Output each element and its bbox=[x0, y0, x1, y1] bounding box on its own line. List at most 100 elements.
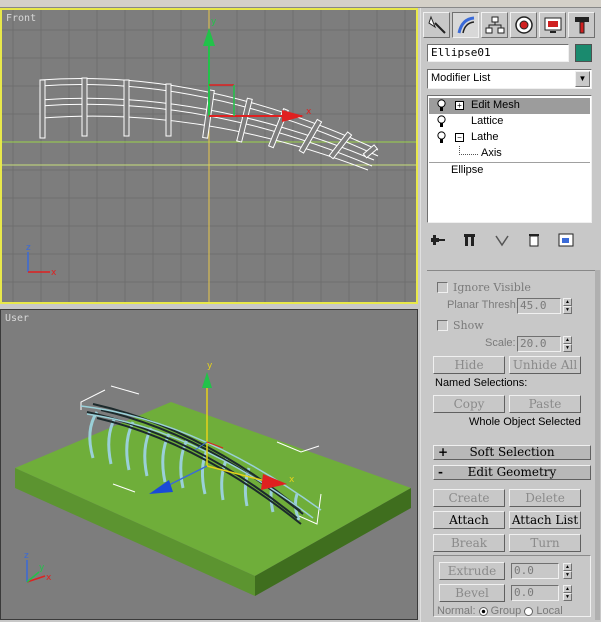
make-unique-button[interactable] bbox=[493, 232, 511, 248]
configure-modifier-sets-button[interactable] bbox=[557, 232, 575, 248]
command-panel-tabs bbox=[423, 12, 599, 42]
stack-item-lattice[interactable]: Lattice bbox=[429, 114, 590, 130]
hide-button[interactable]: Hide bbox=[433, 356, 505, 374]
lightbulb-icon[interactable] bbox=[437, 99, 446, 112]
extrude-button[interactable]: Extrude bbox=[439, 562, 505, 580]
stack-item-label: Ellipse bbox=[451, 164, 484, 176]
stack-item-ellipse[interactable]: Ellipse bbox=[429, 162, 590, 178]
lightbulb-icon[interactable] bbox=[437, 131, 446, 144]
stack-item-label: Edit Mesh bbox=[471, 99, 520, 111]
edit-geometry-rollout-header[interactable]: - Edit Geometry bbox=[433, 465, 591, 480]
stack-item-label: Lattice bbox=[471, 115, 504, 127]
checkbox[interactable] bbox=[437, 319, 448, 331]
modifier-list-label: Modifier List bbox=[431, 72, 491, 84]
user-viewport-canvas[interactable]: y x z x y bbox=[1, 310, 417, 619]
utilities-icon bbox=[574, 17, 589, 34]
object-name-field[interactable]: Ellipse01 bbox=[427, 44, 569, 62]
motion-icon bbox=[514, 16, 533, 34]
modifier-list-dropdown[interactable]: Modifier List ▼ bbox=[427, 69, 592, 89]
create-icon bbox=[427, 15, 446, 34]
bevel-spinner[interactable]: ▲ ▼ bbox=[563, 585, 572, 601]
configure-icon bbox=[558, 233, 574, 247]
show-normals-checkbox[interactable]: Show bbox=[437, 317, 484, 333]
planar-thresh-label: Planar Thresh: bbox=[447, 299, 519, 311]
local-label: Local bbox=[536, 605, 563, 617]
lightbulb-icon[interactable] bbox=[437, 115, 446, 128]
svg-text:z: z bbox=[26, 243, 31, 253]
svg-text:x: x bbox=[51, 268, 57, 278]
svg-text:x: x bbox=[306, 107, 312, 117]
attach-list-button[interactable]: Attach List bbox=[509, 511, 581, 529]
svg-text:x: x bbox=[289, 475, 295, 485]
svg-text:y: y bbox=[207, 361, 213, 371]
trash-icon bbox=[529, 234, 539, 247]
extrude-amount-field[interactable]: 0.0 bbox=[511, 563, 559, 579]
planar-thresh-spinner[interactable]: ▲ ▼ bbox=[563, 298, 572, 314]
pin-stack-button[interactable] bbox=[429, 232, 447, 248]
ignore-visible-label: Ignore Visible bbox=[453, 280, 531, 294]
paste-button[interactable]: Paste bbox=[509, 395, 581, 413]
stack-item-edit-mesh[interactable]: + Edit Mesh bbox=[429, 98, 590, 114]
named-selections-label: Named Selections: bbox=[435, 377, 528, 389]
bevel-button[interactable]: Bevel bbox=[439, 584, 505, 602]
svg-text:x: x bbox=[46, 573, 52, 583]
collapse-icon[interactable]: − bbox=[455, 133, 464, 142]
normal-options: Normal: Group Local bbox=[437, 605, 563, 617]
front-viewport-canvas[interactable]: y x z x bbox=[2, 10, 416, 302]
hierarchy-icon bbox=[485, 16, 504, 34]
break-button[interactable]: Break bbox=[433, 534, 505, 552]
copy-button[interactable]: Copy bbox=[433, 395, 505, 413]
scale-spinner[interactable]: ▲ ▼ bbox=[563, 336, 572, 352]
transform-gizmo[interactable]: y x bbox=[203, 17, 312, 122]
soft-selection-rollout-header[interactable]: + Soft Selection bbox=[433, 445, 591, 460]
utilities-tab[interactable] bbox=[568, 12, 595, 38]
create-button[interactable]: Create bbox=[433, 489, 505, 507]
group-radio[interactable] bbox=[478, 606, 488, 616]
show-end-result-button[interactable] bbox=[461, 232, 479, 248]
front-viewport[interactable]: Front y x z x bbox=[0, 8, 418, 304]
command-panel: Ellipse01 Modifier List ▼ + Edit Mesh La… bbox=[420, 8, 601, 622]
checkbox[interactable] bbox=[437, 281, 448, 293]
modifier-rollouts: Ignore Visible Planar Thresh: 45.0 ▲ ▼ Sh… bbox=[427, 270, 595, 620]
make-unique-icon bbox=[495, 235, 509, 247]
remove-modifier-button[interactable] bbox=[525, 232, 543, 248]
stack-item-lathe[interactable]: − Lathe bbox=[429, 130, 590, 146]
tree-connector-icon bbox=[459, 146, 479, 155]
extrude-spinner[interactable]: ▲ ▼ bbox=[563, 563, 572, 579]
hierarchy-tab[interactable] bbox=[481, 12, 508, 38]
display-tab[interactable] bbox=[539, 12, 566, 38]
command-panel-scrollbar[interactable] bbox=[595, 270, 600, 620]
modify-tab[interactable] bbox=[452, 12, 479, 38]
create-tab[interactable] bbox=[423, 12, 450, 38]
svg-text:y: y bbox=[211, 17, 217, 27]
pin-icon bbox=[431, 235, 445, 245]
toolbar-strip bbox=[0, 0, 601, 8]
axis-tripod: z x y bbox=[24, 551, 52, 583]
bevel-amount-field[interactable]: 0.0 bbox=[511, 585, 559, 601]
chevron-down-icon[interactable]: ▼ bbox=[575, 71, 590, 87]
selection-status-text: Whole Object Selected bbox=[469, 416, 581, 428]
user-viewport[interactable]: User y x z x y bbox=[0, 309, 418, 620]
ignore-visible-checkbox[interactable]: Ignore Visible bbox=[437, 279, 531, 295]
svg-text:z: z bbox=[24, 551, 29, 561]
motion-tab[interactable] bbox=[510, 12, 537, 38]
group-label: Group bbox=[490, 605, 522, 617]
modifier-stack[interactable]: + Edit Mesh Lattice − Lathe Axis Ellipse bbox=[427, 95, 592, 223]
modify-icon bbox=[457, 16, 474, 34]
svg-text:y: y bbox=[39, 563, 45, 573]
rollout-title: Soft Selection bbox=[469, 445, 555, 459]
stack-item-axis[interactable]: Axis bbox=[429, 146, 590, 162]
expand-icon[interactable]: + bbox=[455, 101, 464, 110]
stack-item-label: Lathe bbox=[471, 131, 499, 143]
delete-button[interactable]: Delete bbox=[509, 489, 581, 507]
unhide-all-button[interactable]: Unhide All bbox=[509, 356, 581, 374]
stack-item-label: Axis bbox=[481, 147, 502, 159]
planar-thresh-field[interactable]: 45.0 bbox=[517, 298, 561, 314]
turn-button[interactable]: Turn bbox=[509, 534, 581, 552]
show-label: Show bbox=[453, 318, 484, 332]
local-radio[interactable] bbox=[524, 606, 534, 616]
scale-field[interactable]: 20.0 bbox=[517, 336, 561, 352]
attach-button[interactable]: Attach bbox=[433, 511, 505, 529]
object-color-swatch[interactable] bbox=[575, 44, 592, 62]
normal-label: Normal: bbox=[437, 605, 476, 617]
